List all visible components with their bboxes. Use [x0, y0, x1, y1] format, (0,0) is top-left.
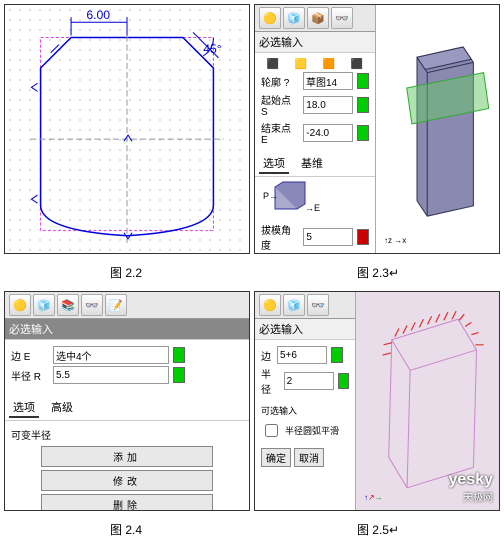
tool-icon[interactable]: 🟡	[9, 294, 31, 316]
start-input[interactable]	[303, 96, 353, 114]
angle-label: 拔模角度	[261, 222, 299, 252]
edge-label: 边	[261, 348, 273, 363]
glasses-icon[interactable]: 👓	[81, 294, 103, 316]
tabs: 选项基维	[255, 152, 375, 176]
fig24-caption: 图 2.4	[0, 515, 252, 544]
required-input-title: 必选输入	[5, 319, 249, 340]
fig23-3d-viewport[interactable]: ↑z →x	[376, 5, 499, 253]
fig22-caption: 图 2.2	[0, 258, 252, 287]
fig25-cell: 🟡🧊👓 必选输入 边 半径 可选输入 半径圆弧平滑 确定取消 ↑↗→ yesky…	[254, 291, 500, 511]
fig22-sketch-viewport: 45° 6.00	[4, 4, 250, 254]
optional-label: 可选输入	[255, 402, 355, 419]
required-input-title: 必选输入	[255, 32, 375, 53]
swatch[interactable]	[173, 347, 185, 363]
tab-options[interactable]: 选项	[259, 154, 289, 174]
swatch[interactable]	[173, 367, 185, 383]
width-dim: 6.00	[86, 8, 110, 22]
fig23-caption: 图 2.3↵	[252, 258, 504, 287]
tool-icon[interactable]: 📦	[307, 7, 329, 29]
fig25-toolbar: 🟡🧊👓	[255, 292, 355, 319]
watermark: yesky天极网	[449, 471, 494, 504]
radius-input[interactable]	[53, 366, 169, 384]
axis-triad-icon: ↑↗→	[364, 493, 383, 502]
cancel-button[interactable]: 取消	[294, 448, 324, 467]
edge-label: 边 E	[11, 348, 49, 363]
swatch[interactable]	[357, 125, 369, 141]
add-button[interactable]: 添加	[41, 446, 213, 467]
tool-icon[interactable]: 🧊	[283, 294, 305, 316]
swatch[interactable]	[331, 347, 343, 363]
ok-button[interactable]: 确定	[261, 448, 291, 467]
dir-icon[interactable]: ⬛	[351, 59, 363, 70]
tool-icon[interactable]: 🧊	[33, 294, 55, 316]
swatch[interactable]	[338, 373, 349, 389]
glasses-icon[interactable]: 👓	[331, 7, 353, 29]
tool-icon[interactable]: 🟡	[259, 7, 281, 29]
tool-icon[interactable]: 📚	[57, 294, 79, 316]
tab-options[interactable]: 选项	[9, 398, 39, 418]
dir-icon[interactable]: 🟧	[323, 59, 335, 70]
swatch[interactable]	[357, 229, 369, 245]
start-label: 起始点 S	[261, 92, 299, 118]
fig23-toolbar: 🟡 🧊 📦 👓	[255, 5, 375, 32]
contour-label: 轮廓 ?	[261, 74, 299, 89]
svg-text:P→: P→	[263, 191, 278, 201]
end-input[interactable]	[303, 124, 353, 142]
icon-row: ⬛ 🟨 🟧 ⬛	[261, 59, 369, 70]
dir-icon[interactable]: ⬛	[267, 59, 279, 70]
fig24-cell: 🟡 🧊 📚 👓 📝 必选输入 边 E 半径 R 选项高级 可变半径 添加 修改 …	[4, 291, 250, 511]
edit-icon[interactable]: 📝	[105, 294, 127, 316]
smooth-label: 半径圆弧平滑	[285, 424, 339, 437]
angle-dim: 45°	[203, 42, 222, 56]
var-radius-label: 可变半径	[11, 425, 243, 444]
delete-button[interactable]: 删除	[41, 494, 213, 511]
fig24-toolbar: 🟡 🧊 📚 👓 📝	[5, 292, 249, 319]
modify-button[interactable]: 修改	[41, 470, 213, 491]
extrude-diagram-icon: P→ →E	[261, 181, 321, 217]
tool-icon[interactable]: 🟡	[259, 294, 281, 316]
radius-label: 半径	[261, 366, 280, 396]
glasses-icon[interactable]: 👓	[307, 294, 329, 316]
tabs: 选项高级	[5, 396, 249, 420]
radius-label: 半径 R	[11, 368, 49, 383]
axis-triad-icon: ↑z →x	[384, 236, 406, 245]
end-label: 结束点 E	[261, 120, 299, 146]
radius-input[interactable]	[284, 372, 334, 390]
fig23-cell: 🟡 🧊 📦 👓 必选输入 ⬛🟨🟧⬛ 轮廓 ? 起始点 S 结束点 E 选项基维 …	[254, 4, 500, 254]
required-input-title: 必选输入	[255, 319, 355, 340]
angle-input[interactable]	[303, 228, 353, 246]
dir-icon[interactable]: 🟨	[295, 59, 307, 70]
tab-advanced[interactable]: 高级	[47, 398, 77, 418]
swatch[interactable]	[357, 73, 369, 89]
tool-icon[interactable]: 🧊	[283, 7, 305, 29]
fig25-wireframe-viewport[interactable]: ↑↗→ yesky天极网	[356, 292, 499, 510]
svg-text:→E: →E	[305, 203, 320, 213]
contour-input[interactable]	[303, 72, 353, 90]
smooth-checkbox[interactable]	[265, 424, 278, 437]
edge-input[interactable]	[53, 346, 169, 364]
fig25-caption: 图 2.5↵	[252, 515, 504, 544]
tab-base[interactable]: 基维	[297, 154, 327, 174]
sketch-geometry: 45° 6.00	[5, 5, 249, 253]
edge-input[interactable]	[277, 346, 327, 364]
swatch[interactable]	[357, 97, 369, 113]
